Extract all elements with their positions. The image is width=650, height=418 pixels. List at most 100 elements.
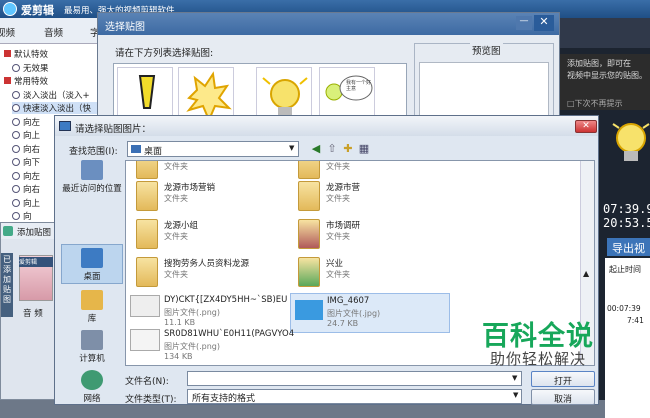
preview-toolbar <box>555 18 650 48</box>
place-label: 计算机 <box>79 354 105 364</box>
radio-icon <box>12 104 20 112</box>
minimize-button[interactable]: — <box>516 16 532 30</box>
file-name: IMG_4607 <box>327 296 370 306</box>
folder-icon <box>136 257 158 287</box>
effect-label: 向右 <box>23 144 41 155</box>
effect-item[interactable]: 淡入淡出（淡入+ <box>12 89 90 101</box>
place-network[interactable]: 网络 <box>61 370 123 404</box>
file-type: 图片文件(.png) <box>164 308 221 317</box>
desktop-icon <box>131 145 141 153</box>
folder-icon <box>136 219 158 249</box>
lightbulb-icon <box>612 123 650 161</box>
effect-label: 向上 <box>23 198 41 209</box>
file-size: 24.7 KB <box>327 319 359 328</box>
added-stickers-tab[interactable]: 已添加贴图 <box>1 253 13 317</box>
effect-label: 快速淡入淡出（快 <box>23 104 92 114</box>
close-button[interactable]: ✕ <box>575 120 597 133</box>
effect-item[interactable]: 向下 <box>12 156 40 168</box>
effect-label: 向上 <box>23 131 41 141</box>
desktop-icon <box>81 248 103 268</box>
file-dialog-title: 请选择贴图图片： <box>75 124 152 135</box>
effect-item[interactable]: 向右 <box>12 183 40 195</box>
filetype-value: 所有支持的格式 <box>192 394 256 404</box>
place-library[interactable]: 库 <box>61 290 123 324</box>
lookin-select[interactable]: 桌面 ▼ <box>127 141 299 157</box>
folder-item[interactable]: 龙源市营 文件夹 <box>298 181 458 221</box>
filename-label: 文件名(N): <box>125 377 169 387</box>
effect-label: 向右 <box>23 185 41 195</box>
place-desktop[interactable]: 桌面 <box>61 244 123 284</box>
lookin-value: 桌面 <box>144 147 163 157</box>
back-icon[interactable]: ◀ <box>309 142 323 156</box>
effect-item[interactable]: 向 <box>12 210 32 222</box>
place-label: 最近访问的位置 <box>62 184 122 194</box>
new-folder-icon[interactable]: ✚ <box>341 142 355 156</box>
folder-icon <box>136 181 158 211</box>
place-recent[interactable]: 最近访问的位置 <box>61 160 123 194</box>
view-menu-icon[interactable]: ▦ <box>357 142 371 156</box>
total-time: 20:53.5 <box>603 216 650 230</box>
collapse-icon <box>4 50 11 57</box>
folder-item[interactable]: 龙源小组 文件夹 <box>136 219 296 259</box>
image-file-item[interactable]: SR0D81WHU`E0H11(PAGVYO4 图片文件(.png) 134 K… <box>130 329 294 365</box>
export-button[interactable]: 导出视 <box>607 238 650 256</box>
radio-icon <box>12 158 20 166</box>
folder-item[interactable]: 龙源市场营销 文件夹 <box>136 181 296 221</box>
file-type: 文件夹 <box>326 162 350 171</box>
app-name: 爱剪辑 <box>21 4 54 17</box>
effect-item[interactable]: 向左 <box>12 170 40 182</box>
filetype-select[interactable]: 所有支持的格式 ▼ <box>187 389 522 404</box>
dialog-title: 选择贴图 <box>105 22 145 33</box>
network-icon <box>81 370 103 390</box>
close-button[interactable]: ✕ <box>534 15 554 31</box>
effect-label: 向 <box>23 212 32 222</box>
effect-item[interactable]: 向右 <box>12 143 40 155</box>
place-computer[interactable]: 计算机 <box>61 330 123 364</box>
image-file-item[interactable]: IMG_4607 图片文件(.jpg) 24.7 KB <box>290 293 450 333</box>
sticker-caption: 我有一个好主意 <box>346 80 372 92</box>
folder-icon <box>298 219 320 249</box>
dialog-body: 请在下方列表选择贴图: 我有一个好主意 预览图 <box>98 35 559 124</box>
select-sticker-dialog: 选择贴图 — ✕ 请在下方列表选择贴图: 我有一个好主意 预览图 <box>97 12 560 124</box>
effect-group[interactable]: 常用特效 <box>4 75 48 87</box>
file-name: 市场调研 <box>326 221 361 231</box>
preview-group: 预览图 <box>414 43 554 124</box>
chevron-down-icon[interactable]: ▼ <box>289 144 294 152</box>
effect-item[interactable]: 向上 <box>12 129 40 141</box>
effect-group[interactable]: 默认特效 <box>4 48 48 60</box>
radio-icon <box>12 144 20 153</box>
up-folder-icon[interactable]: ⇧ <box>325 142 339 156</box>
file-name: 搜狗劳务人员资料龙源 <box>164 259 250 269</box>
folder-item[interactable]: 搜狗劳务人员资料龙源 文件夹 <box>136 257 296 297</box>
image-thumbnail-icon <box>130 295 160 317</box>
file-type: 文件夹 <box>326 270 350 279</box>
image-thumbnail-icon <box>130 329 160 351</box>
thumb-label: 爱剪辑 <box>19 257 53 267</box>
tab-video[interactable]: 视频 <box>0 25 15 39</box>
cancel-button[interactable]: 取消 <box>531 389 595 405</box>
file-name: 兴业 <box>326 259 344 269</box>
add-sticker-window: 添加贴图 已添加贴图 爱剪辑 音 频 <box>0 222 60 400</box>
file-name: DY)CKT{[ZX4DY5HH~`SB)EU <box>164 295 288 305</box>
file-size: 11.1 KB <box>164 318 196 327</box>
scroll-up-icon[interactable]: ▲ <box>583 269 589 278</box>
no-remind-checkbox[interactable]: □下次不再提示 <box>567 98 623 109</box>
chevron-down-icon[interactable]: ▼ <box>513 391 518 399</box>
add-sticker-icon <box>3 226 13 236</box>
effect-label: 淡入淡出（淡入+ <box>23 90 90 101</box>
tab-audio[interactable]: 音频 <box>44 25 63 39</box>
effect-item[interactable]: 快速淡入淡出（快 <box>12 102 102 114</box>
effect-label: 向下 <box>23 158 41 168</box>
tab-audio-lower[interactable]: 音 频 <box>23 307 43 319</box>
file-name: 龙源市场营销 <box>164 183 216 193</box>
effect-item[interactable]: 向上 <box>12 197 40 209</box>
radio-icon <box>12 63 20 72</box>
folder-item[interactable]: 兴业 文件夹 <box>298 257 458 297</box>
folder-item[interactable]: 市场调研 文件夹 <box>298 219 458 259</box>
effect-item[interactable]: 向左 <box>12 116 40 128</box>
place-label: 库 <box>87 314 97 324</box>
radio-icon <box>12 171 20 180</box>
radio-icon <box>12 212 20 220</box>
effect-item[interactable]: 无效果 <box>12 62 49 74</box>
time-table-header: 起止时间 <box>609 265 641 274</box>
